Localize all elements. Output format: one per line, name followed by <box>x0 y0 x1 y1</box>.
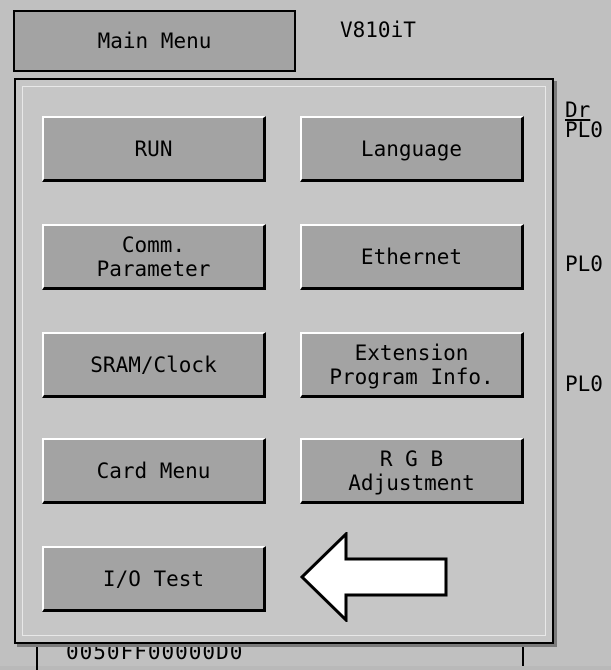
ethernet-button[interactable]: Ethernet <box>300 224 524 290</box>
background-plc-label-3: PL0 <box>565 372 603 396</box>
main-menu-panel: RUN Language Comm. Parameter Ethernet SR… <box>14 78 554 644</box>
main-menu-title: Main Menu <box>13 10 296 72</box>
sram-clock-button[interactable]: SRAM/Clock <box>42 332 266 398</box>
hmi-screen: Main Menu V810iT Dr PL0 PL0 PL0 0050FF00… <box>0 0 611 670</box>
extension-program-info-button[interactable]: Extension Program Info. <box>300 332 524 398</box>
run-button[interactable]: RUN <box>42 116 266 182</box>
language-button[interactable]: Language <box>300 116 524 182</box>
comm-parameter-button[interactable]: Comm. Parameter <box>42 224 266 290</box>
left-arrow-icon <box>300 532 448 622</box>
background-plc-label-2: PL0 <box>565 252 603 276</box>
card-menu-button[interactable]: Card Menu <box>42 438 266 504</box>
model-label: V810iT <box>340 18 416 42</box>
background-plc-label-1: PL0 <box>565 118 603 142</box>
rgb-adjustment-button[interactable]: R G B Adjustment <box>300 438 524 504</box>
io-test-button[interactable]: I/O Test <box>42 546 266 612</box>
